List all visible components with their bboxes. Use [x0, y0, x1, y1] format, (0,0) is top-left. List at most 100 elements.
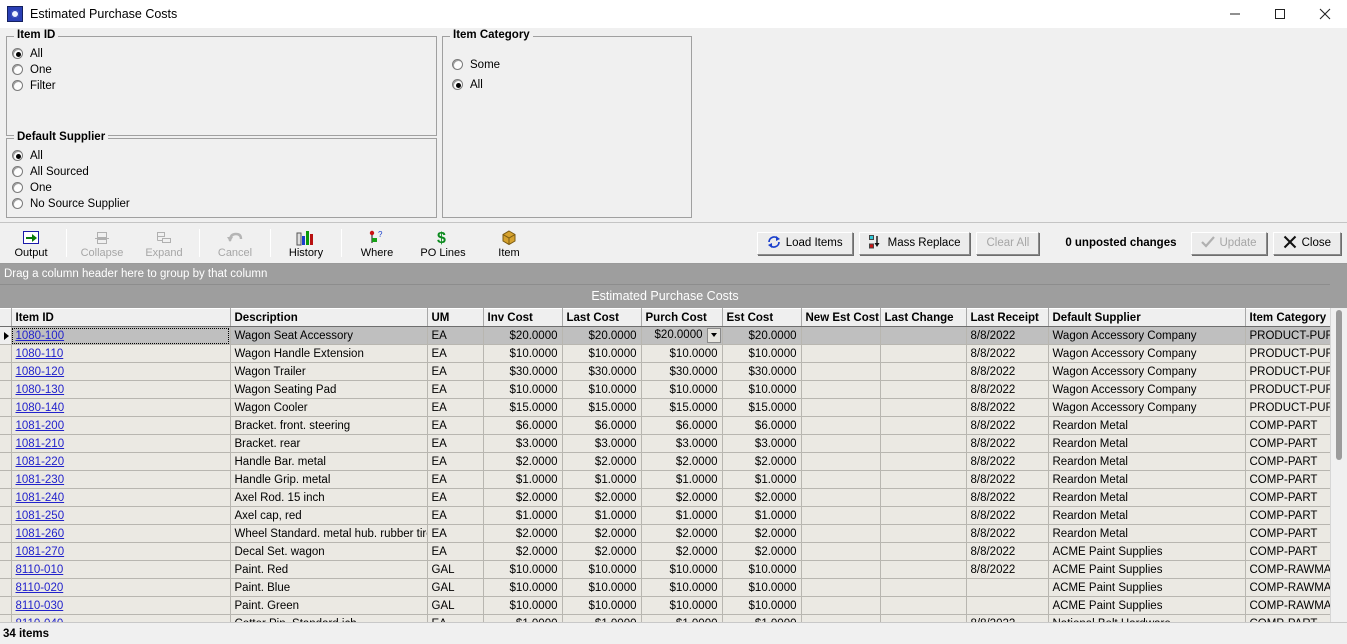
row-indicator[interactable] — [0, 326, 12, 345]
table-row[interactable]: 1081-220 Handle Bar. metal EA $2.0000 $2.000… — [0, 452, 1331, 471]
table-row[interactable]: 1080-110 Wagon Handle Extension EA $10.0000… — [0, 344, 1331, 363]
row-indicator[interactable] — [0, 398, 12, 417]
table-row[interactable]: 1081-230 Handle Grip. metal EA $1.0000 $1.00… — [0, 470, 1331, 489]
item-id-link[interactable]: 1081-220 — [16, 456, 65, 468]
item-id-link[interactable]: 8110-020 — [16, 582, 64, 594]
cell-purch-cost[interactable]: $10.0000 — [641, 578, 723, 597]
row-indicator[interactable] — [0, 434, 12, 453]
cell-purch-cost[interactable]: $1.0000 — [641, 506, 723, 525]
cell-new-est-cost[interactable] — [801, 596, 881, 615]
item-id-link[interactable]: 1081-230 — [16, 474, 65, 486]
table-row[interactable]: 1081-250 Axel cap, red EA $1.0000 $1.0000 $1.… — [0, 506, 1331, 525]
column-header-est-cost[interactable]: Est Cost — [722, 308, 802, 327]
item-id-link[interactable]: 1081-200 — [16, 420, 65, 432]
row-indicator[interactable] — [0, 362, 12, 381]
cell-item-id[interactable]: 8110-010 — [11, 560, 231, 579]
column-header-purch-cost[interactable]: Purch Cost — [641, 308, 723, 327]
item-id-link[interactable]: 1080-120 — [16, 366, 65, 378]
cell-new-est-cost[interactable] — [801, 416, 881, 435]
row-indicator[interactable] — [0, 560, 12, 579]
maximize-button[interactable] — [1257, 0, 1302, 28]
cell-item-id[interactable]: 1081-260 — [11, 524, 231, 543]
grid-vertical-scrollbar[interactable] — [1330, 308, 1347, 622]
cell-item-id[interactable]: 1081-210 — [11, 434, 231, 453]
column-header-item-id[interactable]: Item ID — [11, 308, 231, 327]
column-header-default-supplier[interactable]: Default Supplier — [1048, 308, 1246, 327]
cell-new-est-cost[interactable] — [801, 344, 881, 363]
cell-new-est-cost[interactable] — [801, 524, 881, 543]
column-header-item-category[interactable]: Item Category — [1245, 308, 1331, 327]
cell-new-est-cost[interactable] — [801, 506, 881, 525]
category-radio-all[interactable]: All — [452, 77, 483, 92]
row-indicator[interactable] — [0, 542, 12, 561]
row-indicator[interactable] — [0, 524, 12, 543]
cell-item-id[interactable]: 1081-220 — [11, 452, 231, 471]
cell-item-id[interactable]: 1080-100 — [11, 326, 231, 345]
cell-purch-cost[interactable]: $1.0000 — [641, 614, 723, 622]
cell-new-est-cost[interactable] — [801, 398, 881, 417]
item-id-radio-filter[interactable]: Filter — [12, 78, 56, 93]
cell-new-est-cost[interactable] — [801, 326, 881, 345]
row-indicator[interactable] — [0, 380, 12, 399]
load-items-button[interactable]: Load Items — [756, 231, 853, 255]
po-lines-tool-button[interactable]: $ PO Lines — [408, 223, 478, 263]
category-radio-some[interactable]: Some — [452, 57, 500, 72]
cell-new-est-cost[interactable] — [801, 362, 881, 381]
cell-purch-cost[interactable]: $10.0000 — [641, 380, 723, 399]
table-row[interactable]: 8110-030 Paint. Green GAL $10.0000 $10.0000 $… — [0, 596, 1331, 615]
supplier-radio-all[interactable]: All — [12, 148, 43, 163]
cell-new-est-cost[interactable] — [801, 614, 881, 622]
mass-replace-button[interactable]: Mass Replace — [858, 231, 971, 255]
where-tool-button[interactable]: ? Where — [346, 223, 408, 263]
item-id-link[interactable]: 1081-210 — [16, 438, 65, 450]
cell-purch-cost[interactable]: $2.0000 — [641, 452, 723, 471]
item-tool-button[interactable]: Item — [478, 223, 540, 263]
cell-purch-cost[interactable]: $2.0000 — [641, 542, 723, 561]
row-indicator[interactable] — [0, 416, 12, 435]
cell-purch-cost[interactable]: $10.0000 — [641, 596, 723, 615]
output-tool-button[interactable]: Output — [0, 223, 62, 263]
supplier-radio-all-sourced[interactable]: All Sourced — [12, 164, 89, 179]
cell-item-id[interactable]: 8110-020 — [11, 578, 231, 597]
update-button[interactable]: Update — [1190, 231, 1267, 255]
table-row[interactable]: 1081-210 Bracket. rear EA $3.0000 $3.0000 $3.… — [0, 434, 1331, 453]
cell-item-id[interactable]: 1080-120 — [11, 362, 231, 381]
item-id-radio-all[interactable]: All — [12, 46, 43, 61]
column-header-last-change[interactable]: Last Change — [880, 308, 967, 327]
item-id-link[interactable]: 8110-010 — [16, 564, 64, 576]
cell-new-est-cost[interactable] — [801, 488, 881, 507]
purch-cost-dropdown-icon[interactable] — [706, 327, 721, 343]
cell-purch-cost[interactable]: $1.0000 — [641, 470, 723, 489]
group-by-dropzone[interactable]: Drag a column header here to group by th… — [0, 264, 1347, 285]
minimize-button[interactable] — [1212, 0, 1257, 28]
close-dialog-button[interactable]: Close — [1272, 231, 1341, 255]
row-indicator[interactable] — [0, 344, 12, 363]
table-row[interactable]: 1080-100 Wagon Seat Accessory EA $20.0000 $2… — [0, 326, 1331, 345]
cell-purch-cost[interactable]: $10.0000 — [641, 560, 723, 579]
column-header-new-est-cost[interactable]: New Est Cost — [801, 308, 881, 327]
table-row[interactable]: 1081-260 Wheel Standard. metal hub. rubbe… — [0, 524, 1331, 543]
item-id-link[interactable]: 8110-030 — [16, 600, 64, 612]
cell-purch-cost[interactable]: $2.0000 — [641, 524, 723, 543]
cell-item-id[interactable]: 1081-270 — [11, 542, 231, 561]
item-id-link[interactable]: 1080-100 — [16, 330, 65, 342]
grid-scroll-region[interactable]: Item ID Description UM Inv Cost Last Cos… — [0, 308, 1347, 622]
column-header-description[interactable]: Description — [230, 308, 428, 327]
column-header-last-cost[interactable]: Last Cost — [562, 308, 642, 327]
table-row[interactable]: 1080-130 Wagon Seating Pad EA $10.0000 $10.0… — [0, 380, 1331, 399]
column-header-last-receipt[interactable]: Last Receipt — [966, 308, 1049, 327]
cell-new-est-cost[interactable] — [801, 578, 881, 597]
item-id-link[interactable]: 1080-110 — [16, 348, 64, 360]
table-row[interactable]: 1080-120 Wagon Trailer EA $30.0000 $30.0000 $… — [0, 362, 1331, 381]
cell-purch-cost[interactable]: $10.0000 — [641, 344, 723, 363]
table-row[interactable]: 1081-200 Bracket. front. steering EA $6.000… — [0, 416, 1331, 435]
clear-all-button[interactable]: Clear All — [976, 231, 1040, 255]
row-indicator[interactable] — [0, 506, 12, 525]
cell-item-id[interactable]: 1080-110 — [11, 344, 231, 363]
cell-new-est-cost[interactable] — [801, 380, 881, 399]
close-button[interactable] — [1302, 0, 1347, 28]
table-row[interactable]: 8110-020 Paint. Blue GAL $10.0000 $10.0000 $1… — [0, 578, 1331, 597]
cell-item-id[interactable]: 8110-030 — [11, 596, 231, 615]
cell-new-est-cost[interactable] — [801, 560, 881, 579]
column-header-um[interactable]: UM — [427, 308, 484, 327]
